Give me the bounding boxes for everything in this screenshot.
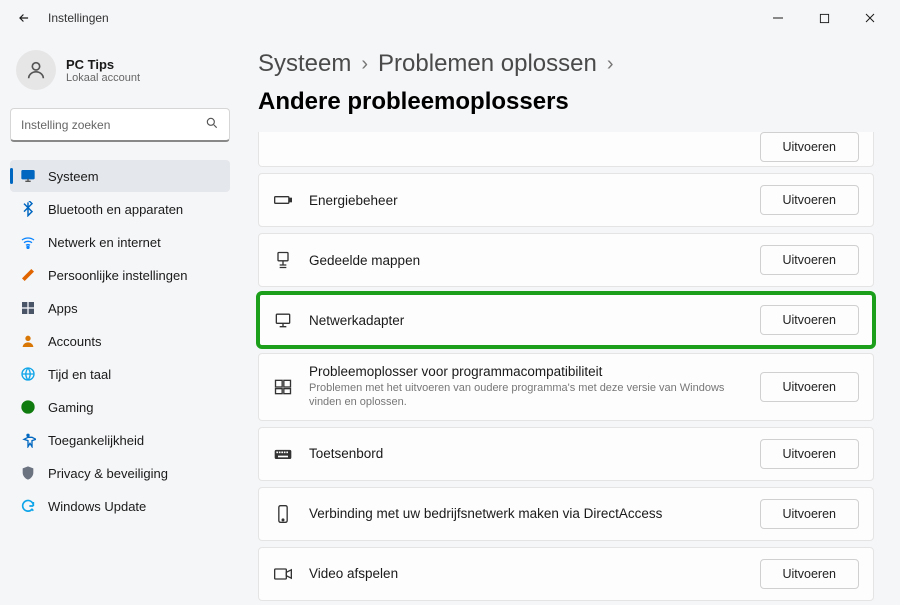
monitor-icon [20, 168, 36, 184]
run-button[interactable]: Uitvoeren [760, 499, 860, 529]
shield-icon [20, 465, 36, 481]
pencil-icon [20, 267, 36, 283]
chevron-right-icon: › [361, 53, 368, 76]
sidebar-item-apps[interactable]: Apps [10, 292, 230, 324]
troubleshooter-video: Video afspelen Uitvoeren [258, 547, 874, 601]
sidebar-item-privacy[interactable]: Privacy & beveiliging [10, 457, 230, 489]
troubleshooter-compat: Probleemoplosser voor programmacompatibi… [258, 353, 874, 421]
content-area: Systeem › Problemen oplossen › Andere pr… [240, 36, 900, 605]
run-button[interactable]: Uitvoeren [760, 439, 860, 469]
sidebar-item-persoonlijk[interactable]: Persoonlijke instellingen [10, 259, 230, 291]
title-bar: Instellingen [0, 0, 900, 36]
phone-icon [273, 504, 293, 524]
sidebar-item-systeem[interactable]: Systeem [10, 160, 230, 192]
search-icon [205, 116, 219, 133]
troubleshooter-subtitle: Problemen met het uitvoeren van oudere p… [309, 381, 744, 410]
breadcrumb: Systeem › Problemen oplossen › Andere pr… [258, 50, 874, 116]
battery-icon [273, 190, 293, 210]
globe-icon [20, 366, 36, 382]
sidebar-item-toegankelijkheid[interactable]: Toegankelijkheid [10, 424, 230, 456]
sidebar-item-label: Gaming [48, 400, 94, 415]
compat-icon [273, 377, 293, 397]
troubleshooter-toetsenbord: Toetsenbord Uitvoeren [258, 427, 874, 481]
person-icon [20, 333, 36, 349]
sidebar-item-label: Accounts [48, 334, 101, 349]
sidebar-item-label: Privacy & beveiliging [48, 466, 168, 481]
keyboard-icon [273, 444, 293, 464]
breadcrumb-seg-2[interactable]: Problemen oplossen [378, 50, 597, 78]
sidebar-item-label: Netwerk en internet [48, 235, 161, 250]
shared-icon [273, 250, 293, 270]
run-button[interactable]: Uitvoeren [760, 305, 860, 335]
video-icon [273, 564, 293, 584]
sidebar-item-tijd[interactable]: Tijd en taal [10, 358, 230, 390]
troubleshooter-title: Probleemoplosser voor programmacompatibi… [309, 364, 744, 379]
run-button[interactable]: Uitvoeren [760, 559, 860, 589]
sidebar-item-label: Toegankelijkheid [48, 433, 144, 448]
account-header[interactable]: PC Tips Lokaal account [10, 44, 230, 104]
troubleshooter-directaccess: Verbinding met uw bedrijfsnetwerk maken … [258, 487, 874, 541]
troubleshooter-title: Netwerkadapter [309, 313, 744, 328]
troubleshooter-title: Gedeelde mappen [309, 253, 744, 268]
bluetooth-icon [20, 201, 36, 217]
sidebar-item-label: Bluetooth en apparaten [48, 202, 183, 217]
run-button[interactable]: Uitvoeren [760, 185, 860, 215]
netadapter-icon [273, 310, 293, 330]
sidebar: PC Tips Lokaal account Systeem Bluetooth … [0, 36, 240, 605]
sidebar-item-label: Windows Update [48, 499, 146, 514]
breadcrumb-seg-1[interactable]: Systeem [258, 50, 351, 78]
troubleshooter-title: Energiebeheer [309, 193, 744, 208]
chevron-right-icon: › [607, 53, 614, 76]
back-button[interactable] [8, 2, 40, 34]
troubleshooter-title: Video afspelen [309, 566, 744, 581]
sidebar-item-bluetooth[interactable]: Bluetooth en apparaten [10, 193, 230, 225]
run-button[interactable]: Uitvoeren [760, 132, 860, 162]
maximize-button[interactable] [802, 2, 846, 34]
troubleshooter-title: Toetsenbord [309, 446, 744, 461]
troubleshooter-list: UitvoerenEnergiebeheerUitvoerenGedeelde … [258, 132, 874, 605]
run-button[interactable]: Uitvoeren [760, 245, 860, 275]
sidebar-item-label: Tijd en taal [48, 367, 111, 382]
apps-icon [20, 300, 36, 316]
troubleshooter-energiebeheer: Energiebeheer Uitvoeren [258, 173, 874, 227]
sidebar-item-label: Persoonlijke instellingen [48, 268, 187, 283]
sidebar-item-label: Systeem [48, 169, 99, 184]
access-icon [20, 432, 36, 448]
troubleshooter-partial: Uitvoeren [258, 132, 874, 167]
breadcrumb-seg-3: Andere probleemoplossers [258, 88, 569, 116]
search-input[interactable] [21, 118, 197, 132]
window-title: Instellingen [48, 11, 109, 25]
xbox-icon [20, 399, 36, 415]
troubleshooter-title: Verbinding met uw bedrijfsnetwerk maken … [309, 506, 744, 521]
account-subtitle: Lokaal account [66, 72, 140, 84]
avatar [16, 50, 56, 90]
account-name: PC Tips [66, 57, 140, 72]
sidebar-item-update[interactable]: Windows Update [10, 490, 230, 522]
minimize-button[interactable] [756, 2, 800, 34]
wifi-icon [20, 234, 36, 250]
troubleshooter-gedeelde: Gedeelde mappen Uitvoeren [258, 233, 874, 287]
sync-icon [20, 498, 36, 514]
search-box[interactable] [10, 108, 230, 142]
sidebar-item-accounts[interactable]: Accounts [10, 325, 230, 357]
sidebar-item-gaming[interactable]: Gaming [10, 391, 230, 423]
sidebar-item-netwerk[interactable]: Netwerk en internet [10, 226, 230, 258]
sidebar-item-label: Apps [48, 301, 78, 316]
run-button[interactable]: Uitvoeren [760, 372, 860, 402]
close-button[interactable] [848, 2, 892, 34]
troubleshooter-netwerkadapter: Netwerkadapter Uitvoeren [258, 293, 874, 347]
nav-list: Systeem Bluetooth en apparaten Netwerk en … [10, 160, 230, 522]
